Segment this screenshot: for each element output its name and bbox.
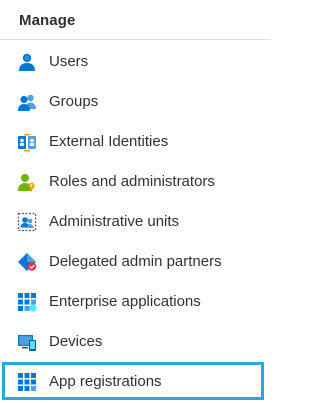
nav-item-enterprise-applications[interactable]: Enterprise applications — [0, 282, 270, 322]
nav-item-label: Administrative units — [49, 213, 180, 230]
devices-icon — [18, 335, 36, 351]
administrative-units-icon — [17, 212, 37, 232]
nav-item-administrative-units[interactable]: Administrative units — [0, 202, 270, 242]
nav-item-label: Roles and administrators — [49, 173, 215, 190]
roles-icon — [18, 174, 35, 192]
manage-panel: Manage Users Groups External Identities … — [0, 0, 270, 403]
nav-item-groups[interactable]: Groups — [0, 82, 270, 122]
nav-item-label: Users — [49, 53, 89, 70]
user-icon — [19, 53, 35, 71]
nav-item-label: Groups — [49, 93, 99, 110]
nav-item-roles-and-administrators[interactable]: Roles and administrators — [0, 162, 270, 202]
section-title: Manage — [19, 12, 76, 29]
nav-item-app-registrations[interactable]: App registrations — [0, 362, 270, 402]
nav-item-label: External Identities — [49, 133, 169, 150]
nav-list: Users Groups External Identities Roles a… — [0, 42, 270, 402]
nav-item-label: App registrations — [49, 373, 162, 390]
app-registrations-icon — [18, 373, 36, 391]
nav-item-label: Delegated admin partners — [49, 253, 222, 270]
section-header: Manage — [0, 0, 270, 40]
external-identities-icon — [18, 134, 36, 152]
groups-icon — [18, 94, 36, 111]
nav-item-label: Devices — [49, 333, 103, 350]
nav-item-users[interactable]: Users — [0, 42, 270, 82]
enterprise-apps-icon — [18, 293, 37, 312]
delegated-admin-icon — [18, 253, 37, 271]
nav-item-devices[interactable]: Devices — [0, 322, 270, 362]
nav-item-external-identities[interactable]: External Identities — [0, 122, 270, 162]
nav-item-label: Enterprise applications — [49, 293, 201, 310]
nav-item-delegated-admin-partners[interactable]: Delegated admin partners — [0, 242, 270, 282]
